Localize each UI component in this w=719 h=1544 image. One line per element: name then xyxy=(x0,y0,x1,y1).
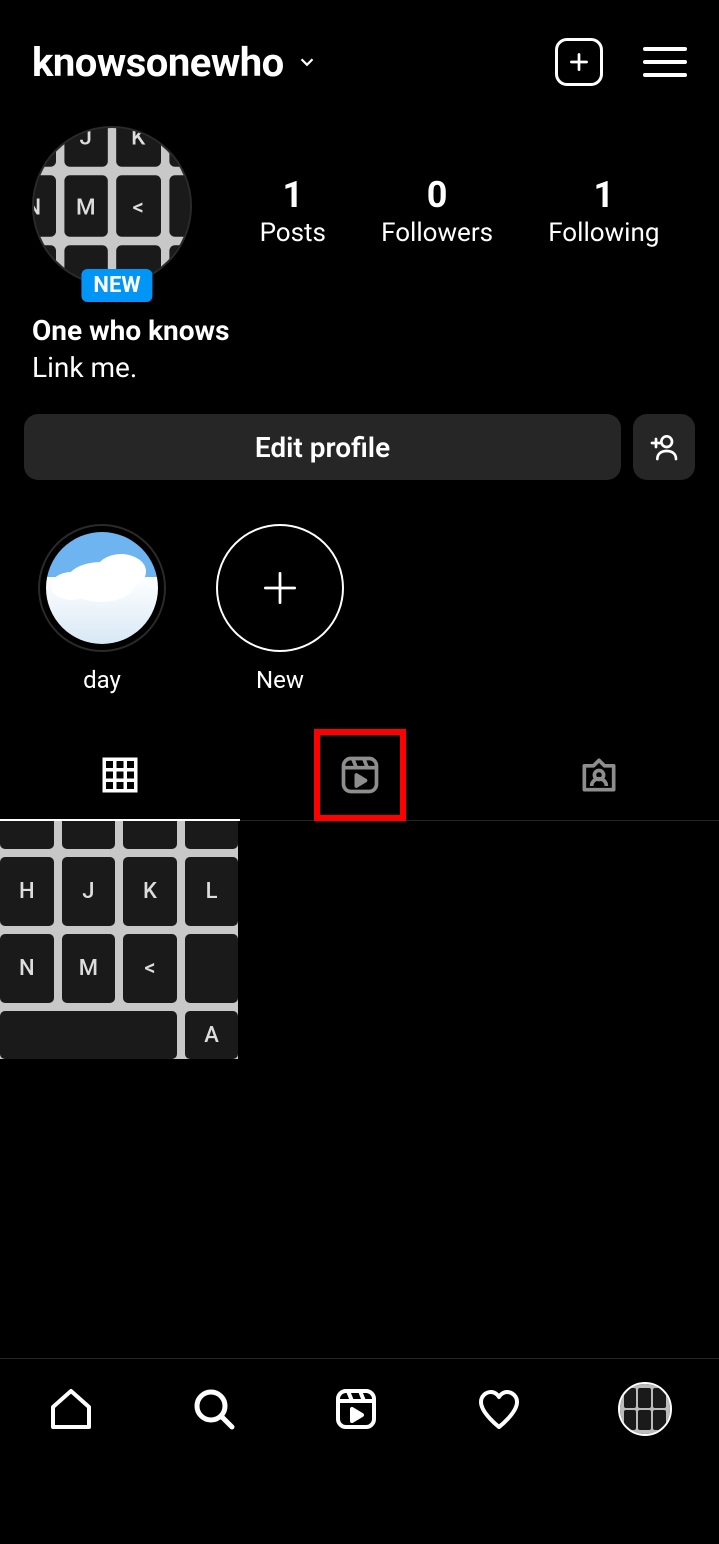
grid-icon xyxy=(99,754,141,796)
bottom-nav xyxy=(0,1358,719,1458)
following-count: 1 xyxy=(548,174,659,216)
posts-count: 1 xyxy=(260,174,326,216)
posts-grid: HJKL NM< A xyxy=(0,821,719,1059)
search-icon xyxy=(190,1385,238,1433)
tab-grid[interactable] xyxy=(0,730,240,820)
profile-avatar-icon xyxy=(618,1382,672,1436)
tagged-icon xyxy=(577,753,621,797)
profile-stats-row: HJK NM< NEW 1 Posts 0 Followers 1 Follow… xyxy=(0,106,719,296)
menu-button[interactable] xyxy=(643,47,687,77)
bio-section: One who knows Link me. xyxy=(0,296,719,384)
tab-reels[interactable] xyxy=(240,730,480,820)
followers-stat[interactable]: 0 Followers xyxy=(381,174,493,248)
highlight-day[interactable]: day xyxy=(38,524,166,694)
nav-reels[interactable] xyxy=(332,1385,380,1433)
posts-stat[interactable]: 1 Posts xyxy=(260,174,326,248)
nav-activity[interactable] xyxy=(475,1385,523,1433)
home-icon xyxy=(47,1385,95,1433)
followers-count: 0 xyxy=(381,174,493,216)
profile-actions: Edit profile xyxy=(0,384,719,480)
username-switcher[interactable]: knowsonewho xyxy=(32,39,539,86)
edit-profile-label: Edit profile xyxy=(255,431,390,464)
reels-icon xyxy=(338,753,382,797)
avatar[interactable]: HJK NM< NEW xyxy=(32,126,202,296)
new-badge: NEW xyxy=(81,269,152,302)
tab-tagged[interactable] xyxy=(479,730,719,820)
plus-icon xyxy=(566,49,592,75)
highlight-image xyxy=(46,532,158,644)
username-text: knowsonewho xyxy=(32,39,284,86)
nav-home[interactable] xyxy=(47,1385,95,1433)
hamburger-icon xyxy=(643,47,687,51)
highlights-row: day New xyxy=(0,480,719,694)
chevron-down-icon xyxy=(296,51,318,73)
heart-icon xyxy=(475,1385,523,1433)
highlight-new[interactable]: New xyxy=(216,524,344,694)
profile-header: knowsonewho xyxy=(0,0,719,106)
following-stat[interactable]: 1 Following xyxy=(548,174,659,248)
nav-profile[interactable] xyxy=(618,1382,672,1436)
nav-search[interactable] xyxy=(190,1385,238,1433)
posts-label: Posts xyxy=(260,218,326,248)
display-name: One who knows xyxy=(32,314,687,347)
bio-text: Link me. xyxy=(32,351,687,384)
stats: 1 Posts 0 Followers 1 Following xyxy=(232,174,687,248)
following-label: Following xyxy=(548,218,659,248)
reels-icon xyxy=(332,1385,380,1433)
post-thumbnail[interactable]: HJKL NM< A xyxy=(0,821,238,1059)
highlight-new-label: New xyxy=(256,666,304,694)
highlight-label: day xyxy=(83,666,121,694)
create-button[interactable] xyxy=(555,38,603,86)
add-person-icon xyxy=(648,431,680,463)
discover-people-button[interactable] xyxy=(633,414,695,480)
followers-label: Followers xyxy=(381,218,493,248)
profile-tabs xyxy=(0,730,719,820)
avatar-image: HJK NM< xyxy=(32,126,192,286)
plus-icon xyxy=(258,566,302,610)
edit-profile-button[interactable]: Edit profile xyxy=(24,414,621,480)
